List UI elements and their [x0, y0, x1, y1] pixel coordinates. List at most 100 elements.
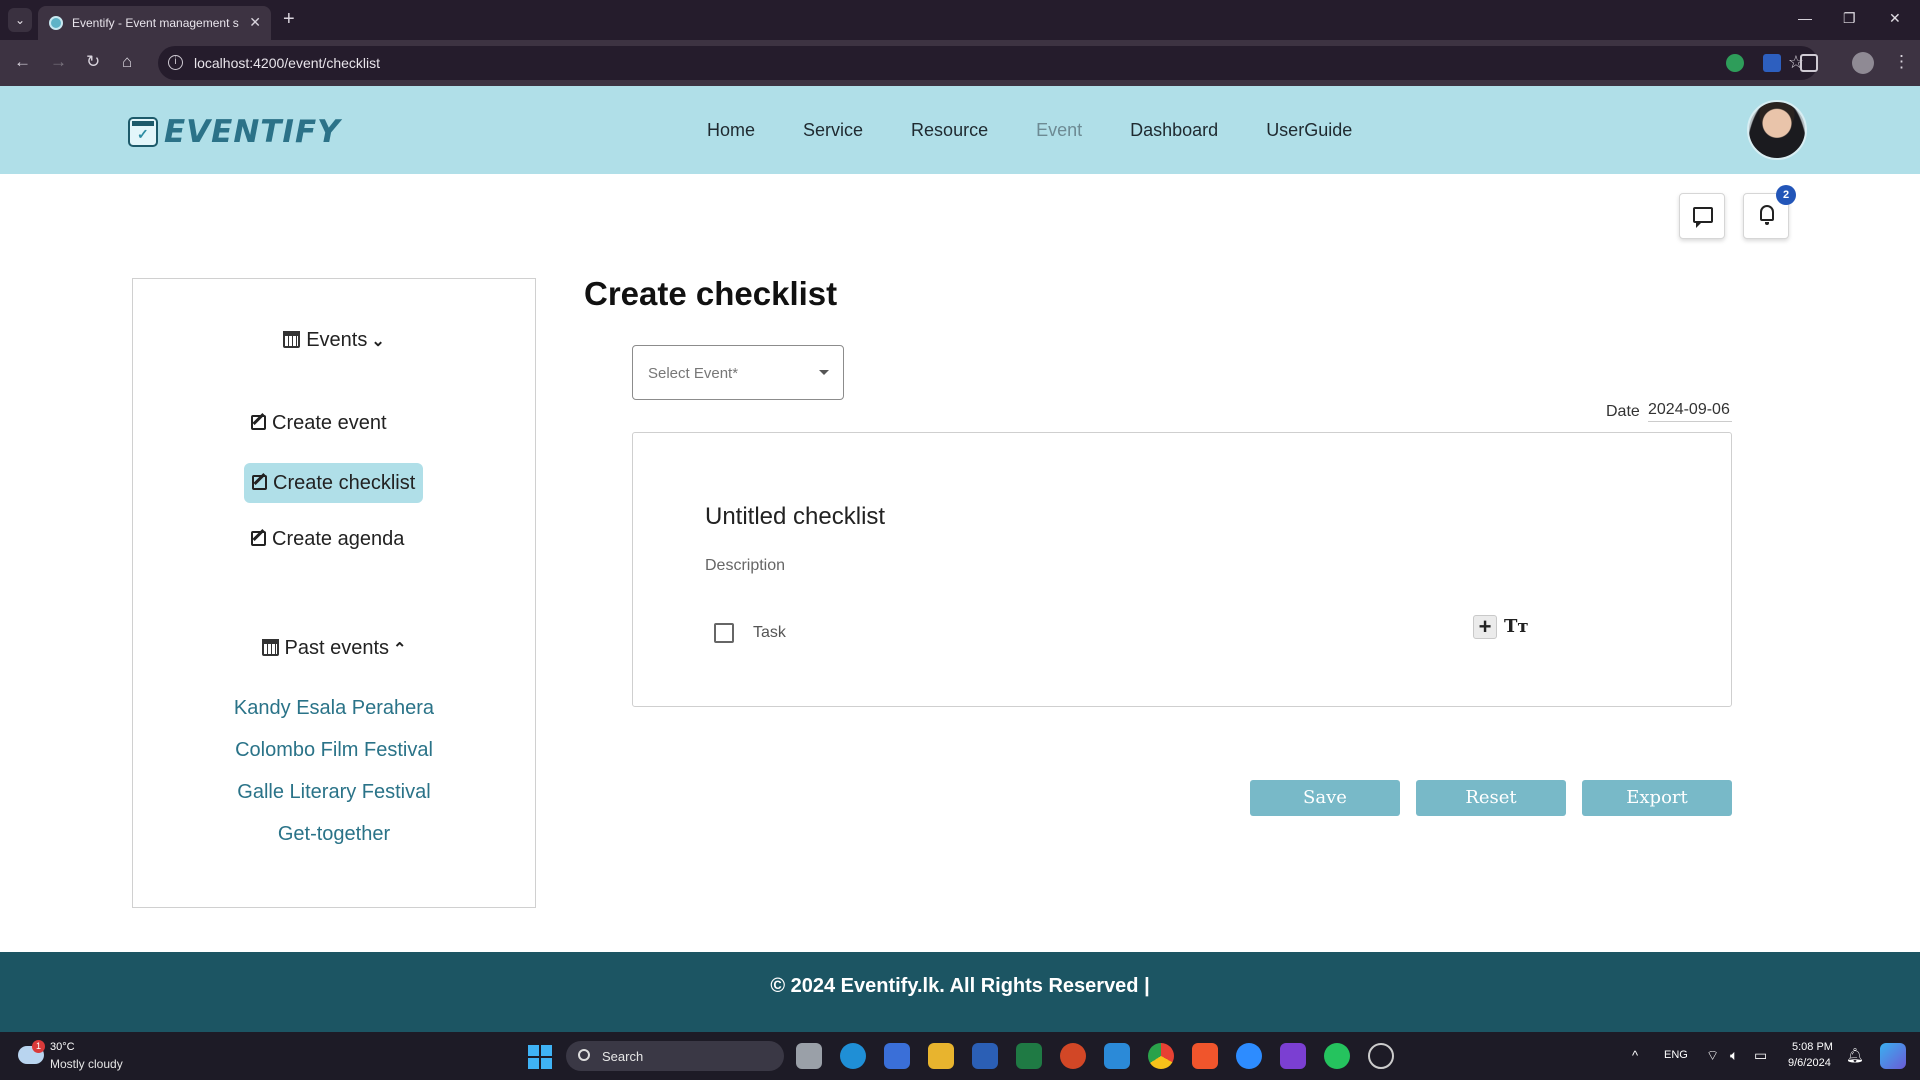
nav-dashboard[interactable]: Dashboard [1130, 120, 1218, 141]
date-label: Date [1606, 403, 1640, 420]
copyright-text: © 2024 Eventify.lk. All Rights Reserved … [770, 975, 1150, 997]
checklist-card: Untitled checklist Description Task + Tт [632, 432, 1732, 707]
notification-bell-icon[interactable]: 🔔︎ [1846, 1047, 1864, 1064]
profile-icon[interactable] [1852, 52, 1874, 74]
chevron-down-icon: ⌄ [371, 333, 385, 350]
favicon-icon [49, 16, 63, 30]
logo-text: EVENTIFY [164, 114, 341, 150]
language-indicator[interactable]: ENG [1664, 1049, 1688, 1061]
sidebar: Events ⌄ Create event Create checklist Cr… [132, 278, 536, 908]
task-view-icon[interactable] [796, 1043, 822, 1069]
select-event-dropdown[interactable]: Select Event* [632, 345, 844, 400]
reload-icon[interactable]: ↻ [86, 52, 100, 72]
forward-icon[interactable]: → [50, 52, 67, 72]
wifi-icon[interactable]: ⌔ [1706, 1047, 1719, 1065]
reset-button[interactable]: Reset [1416, 780, 1566, 816]
back-icon[interactable]: ← [14, 52, 31, 72]
url-text: localhost:4200/event/checklist [194, 55, 380, 71]
info-icon[interactable]: i [168, 55, 183, 70]
sidebar-item-create-event[interactable]: Create event [243, 403, 395, 443]
browser-address-bar: ← → ↻ ⌂ i localhost:4200/event/checklist… [0, 40, 1920, 86]
date-field[interactable]: 2024-09-06 [1648, 401, 1732, 422]
zoom-icon[interactable] [1236, 1043, 1262, 1069]
brave-icon[interactable] [1192, 1043, 1218, 1069]
grammarly-extension-icon[interactable] [1726, 54, 1744, 72]
past-event-link[interactable]: Colombo Film Festival [133, 739, 535, 762]
video-app-icon[interactable] [1280, 1043, 1306, 1069]
add-task-button[interactable]: + [1473, 615, 1497, 639]
chat-icon [1693, 207, 1713, 228]
browser-tab[interactable]: Eventify - Event management s ✕ [38, 6, 271, 40]
windows-start-icon[interactable] [528, 1045, 552, 1069]
sidebar-item-create-agenda[interactable]: Create agenda [243, 519, 412, 559]
menu-kebab-icon[interactable]: ⋮ [1893, 52, 1910, 72]
edit-icon [252, 475, 267, 490]
past-event-link[interactable]: Galle Literary Festival [133, 781, 535, 804]
nav-home[interactable]: Home [707, 120, 755, 141]
sidebar-item-label: Create agenda [272, 528, 405, 550]
avatar[interactable] [1747, 100, 1807, 160]
past-event-link[interactable]: Kandy Esala Perahera [133, 697, 535, 720]
window-close-icon[interactable]: ✕ [1889, 10, 1901, 27]
plus-icon[interactable]: + [283, 8, 295, 30]
file-explorer-icon[interactable] [928, 1043, 954, 1069]
logo[interactable]: EVENTIFY [128, 114, 341, 150]
volume-icon[interactable]: 🔈︎ [1730, 1047, 1738, 1064]
weather-desc: Mostly cloudy [50, 1057, 123, 1071]
checklist-description-field[interactable]: Description [705, 557, 785, 575]
weather-temp: 30°C [50, 1041, 75, 1053]
nav-userguide[interactable]: UserGuide [1266, 120, 1352, 141]
close-icon[interactable]: ✕ [249, 14, 261, 31]
sidebar-item-label: Create event [272, 412, 387, 434]
task-field[interactable]: Task [753, 624, 786, 642]
save-button[interactable]: Save [1250, 780, 1400, 816]
events-dropdown[interactable]: Events ⌄ [133, 329, 535, 352]
home-icon[interactable]: ⌂ [122, 52, 132, 72]
clock-date[interactable]: 9/6/2024 [1788, 1057, 1831, 1069]
sidebar-item-create-checklist[interactable]: Create checklist [244, 463, 424, 503]
store-icon[interactable] [884, 1043, 910, 1069]
nav-event[interactable]: Event [1036, 120, 1082, 141]
excel-icon[interactable] [1016, 1043, 1042, 1069]
chevron-up-icon: ⌃ [393, 641, 407, 658]
select-event-placeholder: Select Event* [648, 365, 739, 382]
obs-icon[interactable] [1368, 1043, 1394, 1069]
nav-resource[interactable]: Resource [911, 120, 988, 141]
vscode-icon[interactable] [1104, 1043, 1130, 1069]
chevron-up-icon[interactable]: ^ [1632, 1048, 1638, 1063]
past-event-link[interactable]: Get-together [133, 823, 535, 846]
checklist-title-field[interactable]: Untitled checklist [705, 503, 885, 531]
taskbar-search[interactable]: Search [566, 1041, 784, 1071]
text-format-icon[interactable]: Tт [1504, 615, 1529, 639]
chrome-icon[interactable] [1148, 1043, 1174, 1069]
sidebar-item-label: Create checklist [273, 472, 416, 494]
extensions-puzzle-icon[interactable] [1800, 54, 1818, 72]
powerpoint-icon[interactable] [1060, 1043, 1086, 1069]
past-events-dropdown[interactable]: Past events ⌃ [133, 637, 535, 660]
battery-icon[interactable]: ▭ [1754, 1047, 1767, 1064]
site-footer: © 2024 Eventify.lk. All Rights Reserved … [0, 952, 1920, 1032]
chat-button[interactable] [1679, 193, 1725, 239]
copilot-icon[interactable] [1880, 1043, 1906, 1069]
bell-icon [1760, 205, 1774, 225]
url-field[interactable]: i localhost:4200/event/checklist ☆ [158, 46, 1818, 80]
whatsapp-icon[interactable] [1324, 1043, 1350, 1069]
word-icon[interactable] [972, 1043, 998, 1069]
tab-list-icon[interactable]: ⌄ [8, 8, 32, 32]
extension-icon[interactable] [1763, 54, 1781, 72]
calendar-check-icon [128, 117, 158, 147]
nav-service[interactable]: Service [803, 120, 863, 141]
calendar-icon [283, 331, 301, 348]
clock-time[interactable]: 5:08 PM [1792, 1041, 1833, 1053]
export-button[interactable]: Export [1582, 780, 1732, 816]
restore-icon[interactable]: ❐ [1843, 10, 1856, 27]
minimize-icon[interactable]: — [1798, 10, 1812, 26]
edge-icon[interactable] [840, 1043, 866, 1069]
edit-icon [251, 415, 266, 430]
weather-badge: 1 [32, 1040, 45, 1053]
caret-down-icon [819, 370, 829, 375]
edit-icon [251, 531, 266, 546]
main-nav: Home Service Resource Event Dashboard Us… [707, 120, 1400, 141]
search-label: Search [602, 1049, 644, 1064]
task-checkbox[interactable] [714, 623, 734, 643]
